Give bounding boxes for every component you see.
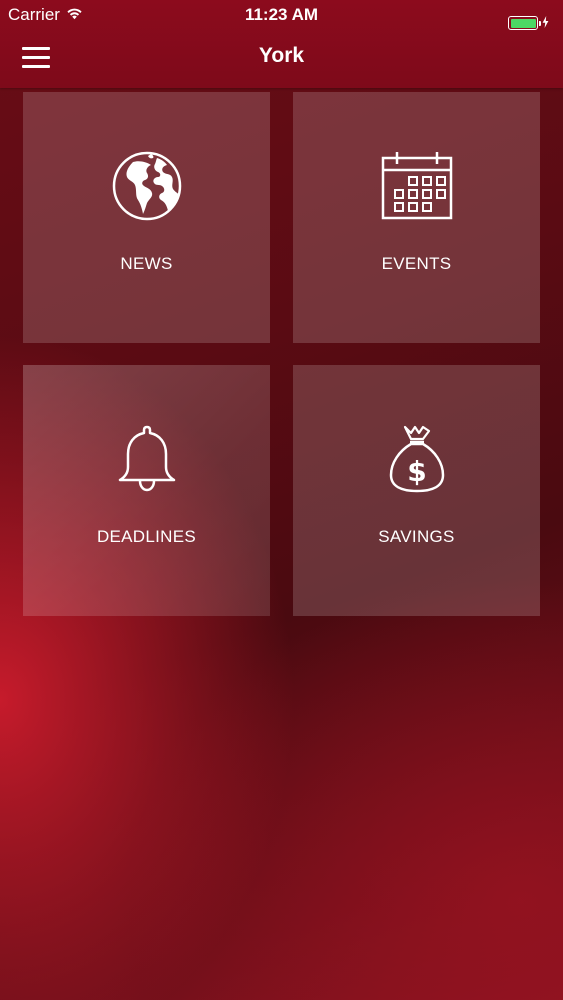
deadlines-tile[interactable]: DEADLINES: [23, 365, 270, 616]
events-label: EVENTS: [381, 254, 452, 273]
events-tile[interactable]: EVENTS: [293, 92, 540, 343]
savings-label: SAVINGS: [378, 527, 455, 546]
battery-icon: [508, 16, 541, 30]
calendar-icon: [293, 150, 540, 222]
page-title: York: [258, 44, 305, 67]
news-label: NEWS: [120, 254, 173, 273]
status-bar: Carrier 11:23 AM: [0, 0, 563, 30]
svg-text:$: $: [407, 455, 426, 488]
status-time: 11:23 AM: [244, 5, 319, 24]
battery-tip: [538, 20, 541, 26]
bell-icon: [23, 423, 270, 495]
news-tile[interactable]: NEWS: [23, 92, 270, 343]
battery-indicator: [508, 8, 549, 38]
battery-fill: [510, 18, 536, 28]
savings-tile[interactable]: $ SAVINGS: [293, 365, 540, 616]
globe-icon: [23, 150, 270, 222]
charging-bolt-icon: [542, 8, 549, 38]
money-bag-icon: $: [293, 423, 540, 495]
deadlines-label: DEADLINES: [96, 527, 197, 546]
